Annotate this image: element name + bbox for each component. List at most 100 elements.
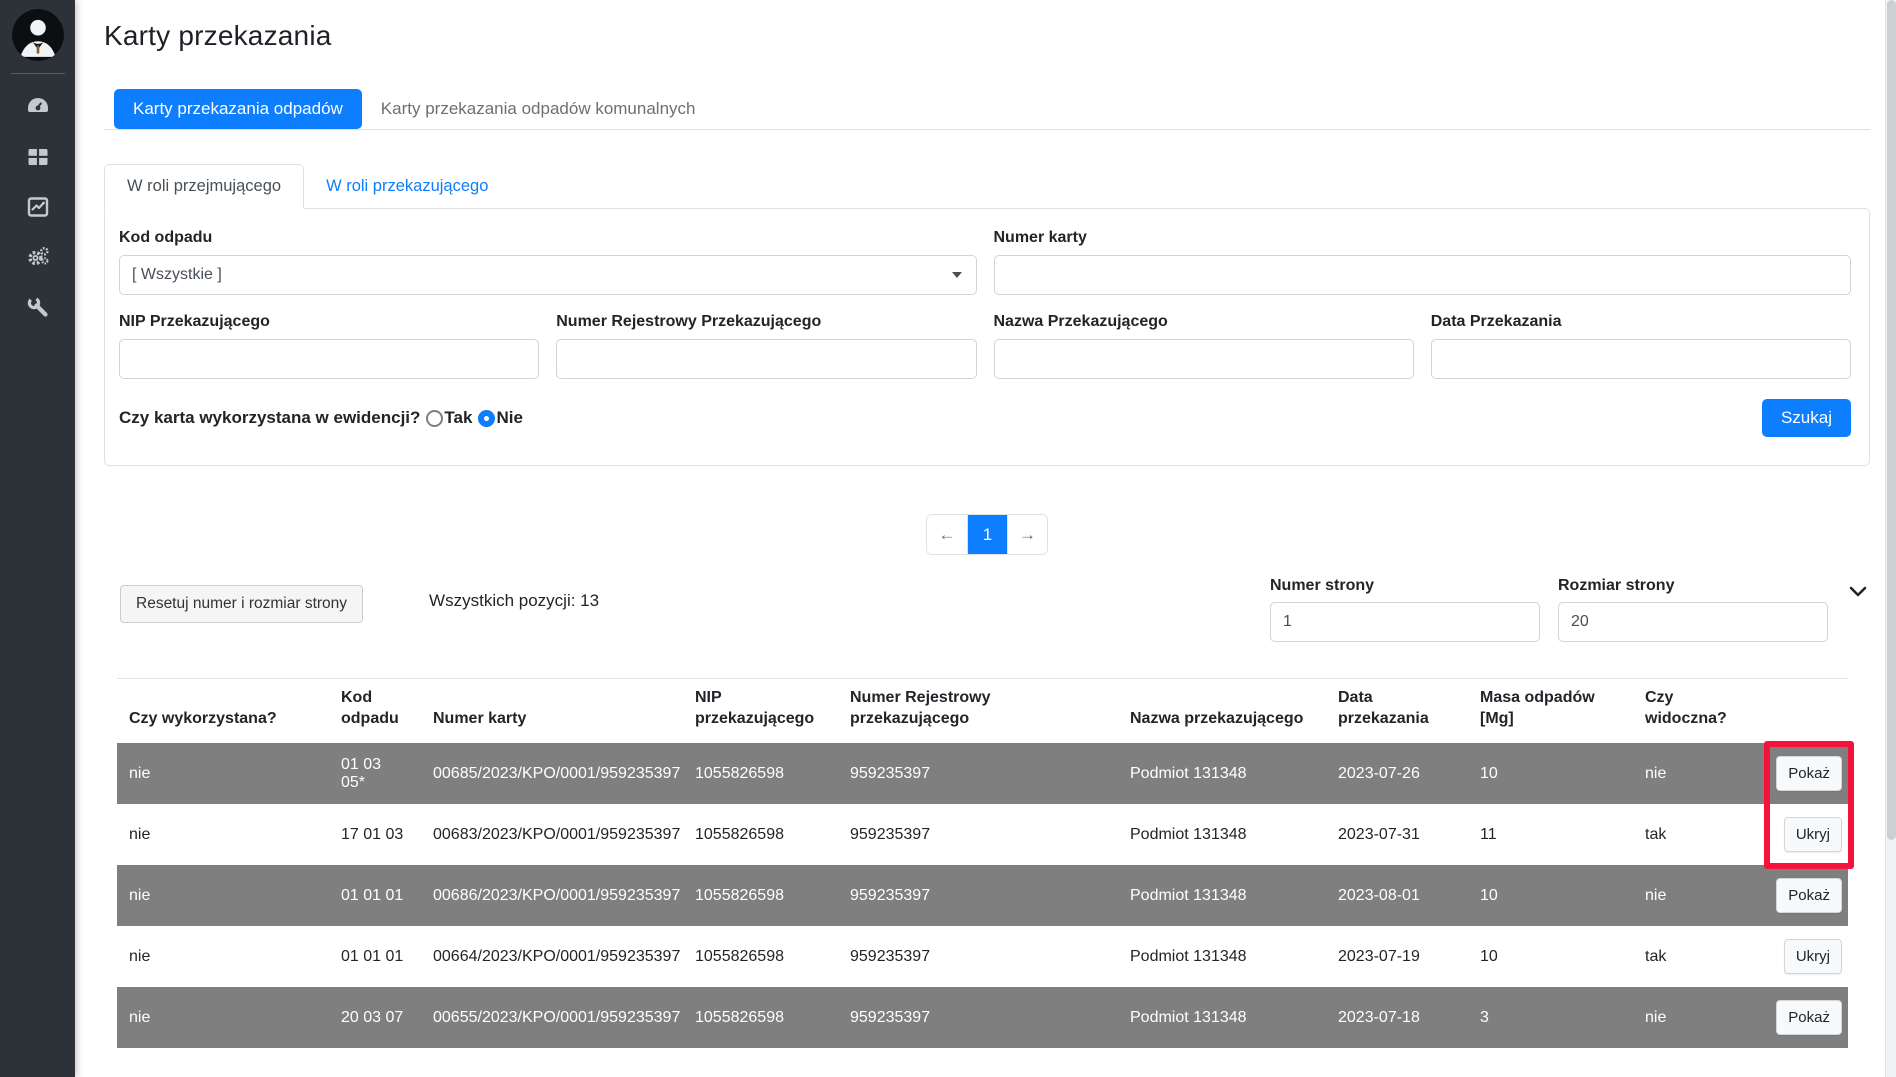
table-row: nie 01 01 0100686/2023/KPO/0001/959235397… xyxy=(117,865,1848,926)
search-button[interactable]: Szukaj xyxy=(1762,399,1851,437)
pagination-page-1-button[interactable]: 1 xyxy=(967,515,1007,554)
table-header-row: Czy wykorzystana?Kod odpaduNumer kartyNI… xyxy=(117,679,1848,744)
page-scrollbar-thumb[interactable] xyxy=(1887,0,1896,840)
chevron-down-icon[interactable] xyxy=(1846,579,1870,608)
cell-data_przekazania: 2023-07-26 xyxy=(1326,743,1468,804)
field-nazwa: Nazwa Przekazującego xyxy=(994,313,1414,379)
cell-masa_odpadow: 10 xyxy=(1468,743,1633,804)
column-header-nip_przekazujacego: NIP przekazującego xyxy=(683,679,838,744)
wrench-icon[interactable] xyxy=(25,294,51,320)
chart-icon[interactable] xyxy=(25,194,51,220)
cell-nazwa_przekazujacego: Podmiot 131348 xyxy=(1118,743,1326,804)
cell-czy_widoczna: nie xyxy=(1633,865,1758,926)
total-items-text: Wszystkich pozycji: 13 xyxy=(429,591,599,611)
hide-button[interactable]: Ukryj xyxy=(1784,817,1842,852)
cell-kod_odpadu: 01 01 01 xyxy=(329,865,421,926)
role-tab-bar: W roli przejmującego W roli przekazujące… xyxy=(104,164,1870,208)
ewidencja-radio-group: Czy karta wykorzystana w ewidencji? Tak … xyxy=(119,408,523,428)
settings-icon[interactable] xyxy=(25,244,51,270)
cell-numer_rejestrowy_przekazujacego: 959235397 xyxy=(838,804,1118,865)
pagination-next-button[interactable]: → xyxy=(1007,515,1047,554)
cell-masa_odpadow: 10 xyxy=(1468,926,1633,987)
cell-numer_rejestrowy_przekazujacego: 959235397 xyxy=(838,865,1118,926)
field-numer-strony: Numer strony xyxy=(1270,577,1540,642)
kod-odpadu-selected-value: [ Wszystkie ] xyxy=(132,266,222,284)
field-numer-karty: Numer karty xyxy=(994,229,1852,295)
cell-masa_odpadow: 3 xyxy=(1468,987,1633,1048)
pagination-prev-button[interactable]: ← xyxy=(927,515,967,554)
column-header-masa_odpadow: Masa odpadów [Mg] xyxy=(1468,679,1633,744)
cell-numer_karty: 00686/2023/KPO/0001/959235397 xyxy=(421,865,683,926)
reset-page-button[interactable]: Resetuj numer i rozmiar strony xyxy=(120,585,363,623)
tab-w-roli-przejmujacego[interactable]: W roli przejmującego xyxy=(104,164,304,209)
numer-strony-label: Numer strony xyxy=(1270,577,1540,595)
rozmiar-strony-input[interactable] xyxy=(1558,602,1828,642)
sidebar-divider xyxy=(11,73,65,74)
numer-strony-input[interactable] xyxy=(1270,602,1540,642)
data-przekazania-label: Data Przekazania xyxy=(1431,313,1851,331)
tab-karty-przekazania-odpadow[interactable]: Karty przekazania odpadów xyxy=(114,89,362,129)
cell-actions: Pokaż xyxy=(1758,743,1848,804)
cell-data_przekazania: 2023-07-19 xyxy=(1326,926,1468,987)
numer-karty-input[interactable] xyxy=(994,255,1852,295)
cell-actions: Ukryj xyxy=(1758,926,1848,987)
filter-panel: Kod odpadu [ Wszystkie ] Numer karty NIP… xyxy=(104,208,1870,466)
nazwa-input[interactable] xyxy=(994,339,1414,379)
cell-nazwa_przekazujacego: Podmiot 131348 xyxy=(1118,804,1326,865)
sidebar xyxy=(0,0,75,1077)
data-przekazania-input[interactable] xyxy=(1431,339,1851,379)
kod-odpadu-select[interactable]: [ Wszystkie ] xyxy=(119,255,977,295)
cell-nazwa_przekazujacego: Podmiot 131348 xyxy=(1118,865,1326,926)
column-header-numer_karty: Numer karty xyxy=(421,679,683,744)
page-scrollbar[interactable] xyxy=(1885,0,1896,1077)
table-row: nie01 01 0100664/2023/KPO/0001/959235397… xyxy=(117,926,1848,987)
cell-czy_wykorzystana: nie xyxy=(117,926,329,987)
hide-button[interactable]: Ukryj xyxy=(1784,939,1842,974)
cell-nip_przekazujacego: 1055826598 xyxy=(683,743,838,804)
cell-numer_karty: 00655/2023/KPO/0001/959235397 xyxy=(421,987,683,1048)
cell-nip_przekazujacego: 1055826598 xyxy=(683,865,838,926)
cell-kod_odpadu: 01 03 05* xyxy=(329,743,421,804)
page-title: Karty przekazania xyxy=(104,20,1870,52)
column-header-czy_wykorzystana: Czy wykorzystana? xyxy=(117,679,329,744)
table-row: nie20 03 0700655/2023/KPO/0001/959235397… xyxy=(117,987,1848,1048)
field-nip: NIP Przekazującego xyxy=(119,313,539,379)
cell-masa_odpadow: 10 xyxy=(1468,865,1633,926)
table-icon[interactable] xyxy=(25,144,51,170)
cell-czy_wykorzystana: nie xyxy=(117,804,329,865)
cell-kod_odpadu: 20 03 07 xyxy=(329,987,421,1048)
caret-down-icon xyxy=(952,272,962,278)
show-button[interactable]: Pokaż xyxy=(1776,756,1842,791)
cell-czy_widoczna: nie xyxy=(1633,987,1758,1048)
radio-nie-circle[interactable] xyxy=(478,410,495,427)
user-avatar[interactable] xyxy=(12,9,64,61)
results-table-wrap: Czy wykorzystana?Kod odpaduNumer kartyNI… xyxy=(117,678,1848,1048)
main-content: Karty przekazania Karty przekazania odpa… xyxy=(75,0,1896,1077)
cell-data_przekazania: 2023-08-01 xyxy=(1326,865,1468,926)
radio-tak[interactable]: Tak xyxy=(426,408,472,428)
field-data-przekazania: Data Przekazania xyxy=(1431,313,1851,379)
field-kod-odpadu: Kod odpadu [ Wszystkie ] xyxy=(119,229,977,295)
column-header-nazwa_przekazujacego: Nazwa przekazującego xyxy=(1118,679,1326,744)
column-header-kod_odpadu: Kod odpadu xyxy=(329,679,421,744)
cell-czy_wykorzystana: nie xyxy=(117,987,329,1048)
tab-karty-przekazania-odpadow-komunalnych[interactable]: Karty przekazania odpadów komunalnych xyxy=(362,89,715,129)
radio-nie[interactable]: Nie xyxy=(478,408,522,428)
nip-input[interactable] xyxy=(119,339,539,379)
numer-karty-label: Numer karty xyxy=(994,229,1852,247)
field-rozmiar-strony: Rozmiar strony xyxy=(1558,577,1828,642)
column-header-data_przekazania: Data przekazania xyxy=(1326,679,1468,744)
list-controls: Resetuj numer i rozmiar strony Wszystkic… xyxy=(104,577,1870,642)
radio-nie-label: Nie xyxy=(496,408,522,428)
show-button[interactable]: Pokaż xyxy=(1776,878,1842,913)
numer-rejestrowy-input[interactable] xyxy=(556,339,976,379)
cell-numer_rejestrowy_przekazujacego: 959235397 xyxy=(838,926,1118,987)
show-button[interactable]: Pokaż xyxy=(1776,1000,1842,1035)
radio-tak-circle[interactable] xyxy=(426,410,443,427)
tab-w-roli-przekazujacego[interactable]: W roli przekazującego xyxy=(304,165,510,208)
cell-data_przekazania: 2023-07-18 xyxy=(1326,987,1468,1048)
column-header-czy_widoczna: Czy widoczna? xyxy=(1633,679,1758,744)
cell-numer_karty: 00685/2023/KPO/0001/959235397 xyxy=(421,743,683,804)
dashboard-icon[interactable] xyxy=(25,94,51,120)
cell-numer_rejestrowy_przekazujacego: 959235397 xyxy=(838,743,1118,804)
